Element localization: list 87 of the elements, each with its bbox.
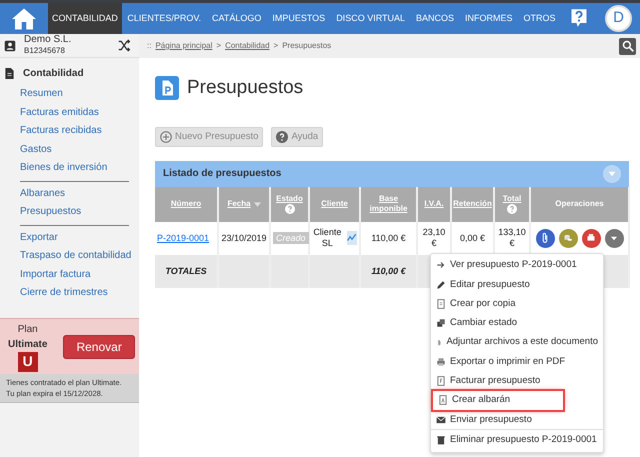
coins-button[interactable] [558,228,578,248]
printer-icon [436,356,446,367]
nav-tab[interactable]: BANCOS [410,3,460,34]
column-header: Operaciones [555,199,604,208]
help-circle-icon [276,130,288,143]
nav-tab[interactable]: CLIENTES/PROV. [122,3,207,34]
sidebar-link[interactable]: Resumen [0,85,139,104]
menu-item[interactable]: Crear albarán [433,390,563,410]
totals-label: TOTALES [165,266,207,276]
plan-name: Ultimate [8,338,48,352]
stack-icon [436,318,446,328]
menu-item[interactable]: Facturar presupuesto [431,372,603,391]
breadcrumb-link[interactable]: Contabilidad [225,40,270,52]
menu-item[interactable]: Cambiar estado [431,314,603,333]
menu-item[interactable]: Ver presupuesto P-2019-0001 [431,256,603,276]
document-logo-icon [155,76,179,100]
help-circle-icon [507,204,517,214]
menu-item[interactable]: Adjuntar archivos a este documento [431,332,603,352]
breadcrumb-current: Presupuestos [282,40,332,52]
contact-card-icon [4,40,16,52]
pdf-button[interactable] [582,228,600,248]
menu-item[interactable]: Exportar o imprimir en PDF [431,352,603,372]
chart-button[interactable] [346,231,357,246]
copy-document-icon [436,298,446,309]
plus-circle-icon [160,130,172,143]
company-name: Demo S.L. [24,34,72,45]
nav-tab[interactable]: INFORMES [460,3,518,34]
trash-icon [436,435,446,446]
table-cell: 110,00 € [360,222,417,255]
caret-down-button[interactable] [604,228,624,248]
sidebar-link[interactable]: Importar factura [0,266,139,284]
sidebar-link[interactable]: Albaranes [0,184,139,203]
search-button[interactable] [619,38,636,54]
nav-tab[interactable]: CONTABILIDAD [48,3,122,34]
pencil-icon [436,280,446,290]
plan-label: Plan [18,322,38,336]
table-cell-text: Cliente SL [312,227,342,250]
menu-item[interactable]: Editar presupuesto [431,275,603,294]
paperclip-icon [436,338,442,348]
sidebar-link[interactable]: Bienes de inversión [0,159,139,178]
menu-item[interactable]: Eliminar presupuesto P-2019-0001 [431,430,603,450]
company-tax-id: B12345678 [24,45,66,57]
table-cell: 0,00 € [451,222,494,255]
table-cell: 23,10 € [417,222,451,255]
toolbar-button[interactable]: Ayuda [271,126,324,147]
breadcrumb-link[interactable]: Página principal [155,40,212,52]
paperclip-button[interactable] [536,228,554,248]
line-chart-icon [346,233,357,244]
table-title: Listado de presupuestos [163,167,282,182]
table-cell: 133,10 € [494,222,530,255]
menu-item[interactable]: Enviar presupuesto [431,410,603,430]
document-icon [438,395,448,406]
sidebar-link[interactable]: Facturas recibidas [0,122,139,140]
table-cell: 23/10/2019 [218,222,270,255]
nav-tab[interactable]: CATÁLOGO [206,3,267,34]
sidebar-link[interactable]: Gastos [0,140,139,159]
table-cell-link[interactable]: P-2019-0001 [157,232,215,244]
caret-circle-drawing [603,164,621,183]
breadcrumb-separator: > [216,40,222,52]
sidebar-link[interactable]: Cierre de trimestres [0,284,139,302]
envelope-icon [436,414,446,425]
user-avatar[interactable]: D [605,5,632,32]
breadcrumb-separator: :: [147,40,152,52]
sidebar-link[interactable]: Presupuestos [0,203,139,222]
sidebar-heading: Contabilidad [23,67,84,81]
nav-tab[interactable]: DISCO VIRTUAL [330,3,411,34]
search-icon [622,40,634,52]
page-title: Presupuestos [187,76,304,100]
sort-caret-icon [254,202,261,207]
status-label: Creado [273,232,309,244]
document-icon [4,67,15,80]
home-icon [11,6,37,30]
plan-badge: U [18,352,38,372]
totals-value: 110,00 € [371,266,406,276]
toolbar-button[interactable]: Nuevo Presupuesto [155,126,264,147]
shuffle-drawing [118,38,131,52]
nav-tab[interactable]: OTROS [518,3,562,34]
sidebar-link[interactable]: Facturas emitidas [0,104,139,122]
nav-tab[interactable]: IMPUESTOS [266,3,331,34]
help-circle-icon [284,204,294,214]
renew-button[interactable]: Renovar [63,334,135,358]
menu-item[interactable]: Crear por copia [431,294,603,314]
sidebar-link[interactable]: Traspaso de contabilidad [0,247,139,266]
invoice-document-icon [436,376,446,386]
breadcrumb-separator: > [274,40,278,52]
arrow-right-icon [436,260,446,270]
sidebar-link[interactable]: Exportar [0,228,139,247]
